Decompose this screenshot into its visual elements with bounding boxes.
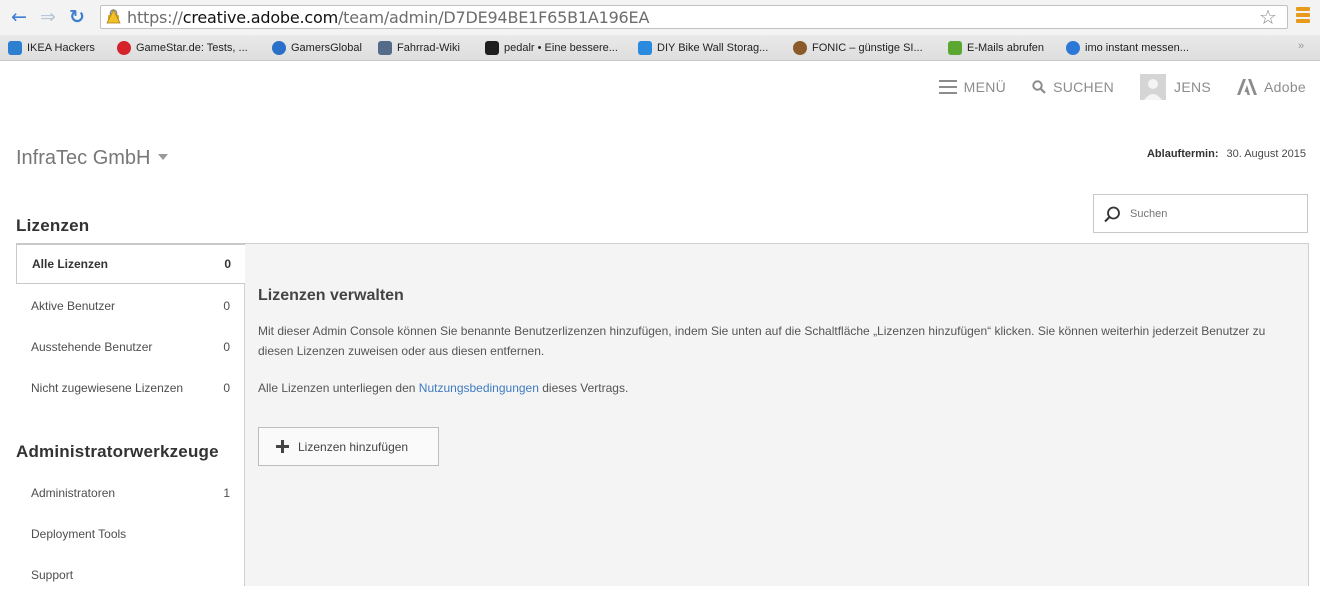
bookmark-label: GameStar.de: Tests, ... bbox=[136, 42, 248, 54]
sidebar-item-active-users[interactable]: Aktive Benutzer 0 bbox=[16, 285, 244, 326]
bookmark-label: FONIC – günstige SI... bbox=[812, 42, 923, 54]
url-host: creative.adobe.com bbox=[182, 8, 338, 27]
url-scheme: https:// bbox=[127, 8, 183, 27]
bookmark-gamersglobal[interactable]: GamersGlobal bbox=[272, 39, 362, 57]
gamersglobal-favicon-icon bbox=[272, 41, 286, 55]
sidebar-item-label: Ausstehende Benutzer bbox=[31, 339, 153, 354]
sidebar-item-pending-users[interactable]: Ausstehende Benutzer 0 bbox=[16, 326, 244, 367]
search-input[interactable] bbox=[1130, 205, 1300, 223]
bookmark-label: DIY Bike Wall Storag... bbox=[657, 42, 769, 54]
bookmarks-bar: IKEA Hackers GameStar.de: Tests, ... Gam… bbox=[0, 35, 1320, 61]
bookmarks-overflow-icon[interactable]: » bbox=[1298, 40, 1304, 52]
sidebar-item-count: 1 bbox=[223, 485, 230, 500]
browser-toolbar: ← ⇒ ↻ https://creative.adobe.com/team/ad… bbox=[0, 0, 1320, 35]
panel-description: Mit dieser Admin Console können Sie bena… bbox=[258, 324, 1266, 358]
terms-prefix: Alle Lizenzen unterliegen den bbox=[258, 381, 416, 395]
diy-bike-favicon-icon bbox=[638, 41, 652, 55]
adobe-logo-icon bbox=[1237, 79, 1258, 95]
bookmark-fonic[interactable]: FONIC – günstige SI... bbox=[793, 39, 923, 57]
bookmark-label: IKEA Hackers bbox=[27, 42, 95, 54]
ikea-hackers-favicon-icon bbox=[8, 41, 22, 55]
sidebar-item-label: Aktive Benutzer bbox=[31, 298, 116, 313]
add-licenses-label: Lizenzen hinzufügen bbox=[298, 439, 409, 454]
bookmark-imo[interactable]: imo instant messen... bbox=[1066, 39, 1189, 57]
expiry-info: Ablauftermin: 30. August 2015 bbox=[1147, 148, 1306, 160]
forward-arrow-icon[interactable]: ⇒ bbox=[37, 6, 59, 28]
bookmark-ikea-hackers[interactable]: IKEA Hackers bbox=[8, 39, 95, 57]
sidebar-item-count: 0 bbox=[223, 380, 230, 395]
sidebar-item-label: Deployment Tools bbox=[31, 526, 127, 541]
add-licenses-button[interactable]: Lizenzen hinzufügen bbox=[258, 427, 439, 466]
avatar bbox=[1140, 74, 1167, 100]
search-nav-label: SUCHEN bbox=[1053, 79, 1115, 95]
licenses-panel: Lizenzen verwalten Mit dieser Admin Cons… bbox=[244, 243, 1309, 586]
bookmark-label: E-Mails abrufen bbox=[967, 42, 1045, 54]
bookmark-star-icon[interactable]: ☆ bbox=[1259, 6, 1277, 28]
sidebar-item-label: Nicht zugewiesene Lizenzen bbox=[31, 380, 184, 395]
imo-favicon-icon bbox=[1066, 41, 1080, 55]
sidebar-item-deployment-tools[interactable]: Deployment Tools bbox=[16, 513, 244, 554]
hamburger-menu-icon bbox=[938, 80, 957, 94]
sidebar-item-count: 0 bbox=[223, 339, 230, 354]
terms-suffix: dieses Vertrags. bbox=[542, 381, 629, 395]
bookmark-label: GamersGlobal bbox=[291, 42, 362, 54]
reload-icon[interactable]: ↻ bbox=[66, 6, 88, 28]
url-text: https://creative.adobe.com/team/admin/D7… bbox=[127, 8, 649, 28]
sidebar-item-all-licenses[interactable]: Alle Lizenzen 0 bbox=[16, 243, 245, 284]
top-navigation: MENÜ SUCHEN JENS Adobe bbox=[913, 74, 1306, 100]
expiry-label: Ablauftermin: bbox=[1146, 148, 1219, 160]
menu-label: MENÜ bbox=[963, 79, 1007, 95]
user-button[interactable]: JENS bbox=[1140, 74, 1211, 100]
security-warning-icon[interactable] bbox=[106, 9, 121, 24]
bookmark-label: imo instant messen... bbox=[1085, 42, 1189, 54]
bookmark-pedalr[interactable]: pedalr • Eine bessere... bbox=[485, 39, 618, 57]
admin-tools-section-title: Administratorwerkzeuge bbox=[16, 442, 219, 461]
search-nav-button[interactable]: SUCHEN bbox=[1032, 79, 1114, 95]
bookmark-gamestar[interactable]: GameStar.de: Tests, ... bbox=[117, 39, 248, 57]
sidebar-item-support[interactable]: Support bbox=[16, 554, 244, 595]
bookmark-e-mails[interactable]: E-Mails abrufen bbox=[948, 39, 1044, 57]
browser-menu-icon[interactable] bbox=[1296, 7, 1310, 27]
sidebar-item-administrators[interactable]: Administratoren 1 bbox=[16, 472, 244, 513]
org-switcher[interactable]: InfraTec GmbH bbox=[16, 147, 169, 170]
terms-text: Alle Lizenzen unterliegen den Nutzungsbe… bbox=[258, 378, 628, 398]
bookmark-label: Fahrrad-Wiki bbox=[397, 42, 460, 54]
sidebar-item-count: 0 bbox=[223, 298, 230, 313]
menu-button[interactable]: MENÜ bbox=[938, 79, 1007, 95]
org-name: InfraTec GmbH bbox=[16, 147, 151, 169]
expiry-value: 30. August 2015 bbox=[1226, 148, 1306, 160]
back-arrow-icon[interactable]: ← bbox=[8, 6, 30, 28]
user-label: JENS bbox=[1174, 79, 1212, 95]
sidebar-item-label: Administratoren bbox=[31, 485, 116, 500]
url-path: /team/admin/D7DE94BE1F65B1A196EA bbox=[337, 8, 650, 27]
user-silhouette-icon bbox=[1144, 79, 1163, 100]
bookmark-diy-bike[interactable]: DIY Bike Wall Storag... bbox=[638, 39, 768, 57]
sidebar-item-label: Alle Lizenzen bbox=[32, 257, 109, 271]
fahrrad-wiki-favicon-icon bbox=[378, 41, 392, 55]
gamestar-favicon-icon bbox=[117, 41, 131, 55]
panel-title: Lizenzen verwalten bbox=[258, 287, 404, 304]
sidebar-item-label: Support bbox=[31, 567, 74, 582]
licenses-section-title: Lizenzen bbox=[16, 216, 90, 235]
sidebar-item-count: 0 bbox=[224, 257, 231, 271]
search-icon bbox=[1032, 80, 1046, 94]
bookmark-label: pedalr • Eine bessere... bbox=[504, 42, 618, 54]
address-bar[interactable]: https://creative.adobe.com/team/admin/D7… bbox=[100, 5, 1288, 29]
search-icon bbox=[1104, 206, 1120, 223]
brand-label: Adobe bbox=[1264, 79, 1306, 95]
plus-icon bbox=[276, 440, 289, 453]
caret-down-icon bbox=[158, 153, 169, 160]
e-mails-favicon-icon bbox=[948, 41, 962, 55]
pedalr-favicon-icon bbox=[485, 41, 499, 55]
bookmark-fahrrad-wiki[interactable]: Fahrrad-Wiki bbox=[378, 39, 460, 57]
adobe-brand-link[interactable]: Adobe bbox=[1237, 79, 1306, 95]
search-field[interactable] bbox=[1093, 194, 1308, 233]
sidebar-item-unassigned-licenses[interactable]: Nicht zugewiesene Lizenzen 0 bbox=[16, 367, 244, 408]
fonic-favicon-icon bbox=[793, 41, 807, 55]
terms-link[interactable]: Nutzungsbedingungen bbox=[419, 381, 539, 395]
